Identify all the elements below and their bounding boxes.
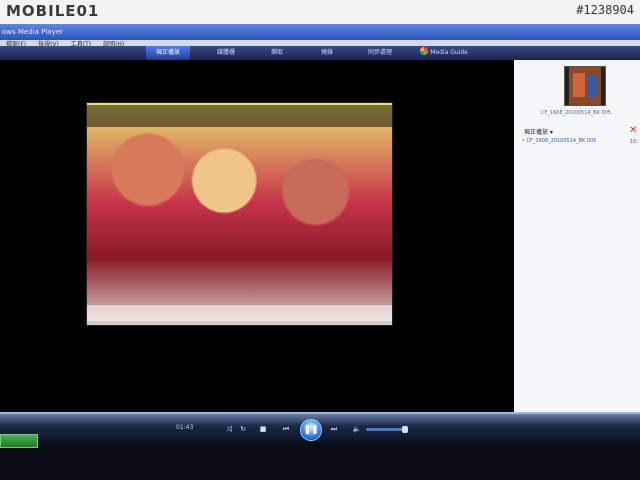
speaker-icon[interactable]: 🔈 bbox=[352, 425, 362, 434]
video-caption-top bbox=[87, 105, 392, 127]
repeat-icon[interactable]: ↻ bbox=[238, 425, 248, 434]
photo-watermark: #1238904 bbox=[576, 3, 634, 17]
tab-sync[interactable]: 同步處理 bbox=[360, 46, 400, 60]
album-art-caption: CF_1608_20100514_BK 005 bbox=[541, 110, 611, 116]
taskbar bbox=[0, 442, 640, 480]
playlist-label[interactable]: 現正播放 ▾ bbox=[524, 127, 553, 136]
tab-rip[interactable]: 擷取 bbox=[262, 46, 292, 60]
window-title: ows Media Player bbox=[0, 24, 640, 40]
stop-icon[interactable]: ■ bbox=[258, 425, 268, 434]
tab-library[interactable]: 媒體櫃 bbox=[206, 46, 246, 60]
brand-logo: MOBILE01 bbox=[6, 2, 100, 20]
tab-bar: 現正播放 媒體櫃 擷取 燒錄 同步處理 Media Guide bbox=[0, 46, 640, 62]
video-frame[interactable] bbox=[86, 102, 393, 326]
album-art bbox=[564, 66, 606, 106]
next-icon[interactable]: ⏭ bbox=[326, 425, 342, 434]
windows-logo-icon bbox=[420, 47, 429, 55]
close-playlist-icon[interactable]: ✕ bbox=[629, 126, 637, 136]
elapsed-time: 01:43 bbox=[176, 424, 194, 431]
pause-icon[interactable]: ❚❚ bbox=[300, 419, 322, 441]
tab-media-guide-label: Media Guide bbox=[430, 49, 468, 56]
tab-burn[interactable]: 燒錄 bbox=[312, 46, 342, 60]
playlist-item-duration: 10: bbox=[630, 139, 639, 145]
previous-icon[interactable]: ⏮ bbox=[278, 425, 294, 434]
tab-media-guide[interactable]: Media Guide bbox=[414, 46, 474, 60]
volume-slider[interactable] bbox=[366, 426, 408, 433]
playlist-item[interactable]: • CF_1608_20100514_BK 005 bbox=[522, 138, 596, 144]
taskbar-start-button[interactable] bbox=[0, 434, 38, 448]
shuffle-icon[interactable]: ⤨ bbox=[224, 425, 234, 434]
video-caption-bottom bbox=[87, 305, 392, 321]
